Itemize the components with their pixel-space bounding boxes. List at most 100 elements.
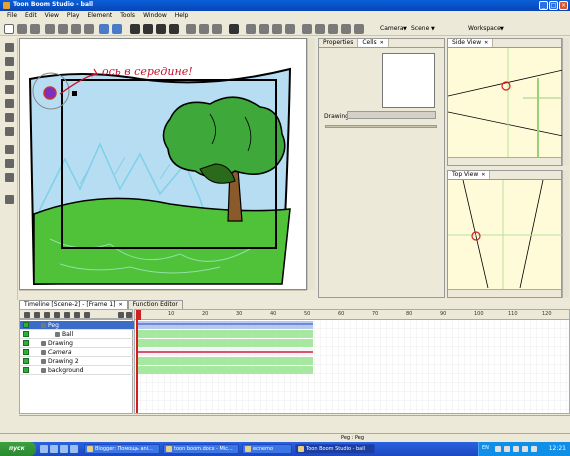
- menu-edit[interactable]: Edit: [21, 11, 41, 21]
- play-icon[interactable]: [143, 24, 153, 34]
- cut-icon[interactable]: [45, 24, 55, 34]
- add-camera-icon[interactable]: [44, 312, 50, 318]
- menu-play[interactable]: Play: [63, 11, 84, 21]
- tab-timeline[interactable]: Timeline [Scene-2] - [Frame 1] ✕: [19, 300, 128, 309]
- tray-icon[interactable]: [504, 446, 510, 452]
- safe-area-icon[interactable]: [341, 24, 351, 34]
- hand-tool-icon[interactable]: [5, 127, 14, 136]
- camera-tool-icon[interactable]: [5, 195, 14, 204]
- tab-function-editor[interactable]: Function Editor: [127, 300, 183, 309]
- delete-icon[interactable]: [84, 24, 94, 34]
- crop-tool-icon[interactable]: [5, 159, 14, 168]
- menu-element[interactable]: Element: [83, 11, 116, 21]
- layer-row[interactable]: background: [20, 366, 134, 375]
- close-tab-icon[interactable]: ✕: [484, 40, 488, 46]
- show-strokes-icon[interactable]: [328, 24, 338, 34]
- layer-visibility-checkbox[interactable]: [23, 331, 29, 337]
- layer-row[interactable]: Camera: [20, 348, 134, 357]
- quicklaunch-icon[interactable]: [40, 445, 48, 453]
- sound-icon[interactable]: [199, 24, 209, 34]
- drawing-slider[interactable]: [325, 125, 437, 128]
- tray-icon[interactable]: [522, 446, 528, 452]
- layer-visibility-checkbox[interactable]: [23, 367, 29, 373]
- layer-row[interactable]: Drawing 2: [20, 357, 134, 366]
- tab-properties[interactable]: Properties: [319, 39, 359, 47]
- tray-icon[interactable]: [513, 446, 519, 452]
- start-button[interactable]: пуск: [0, 442, 36, 456]
- trash-icon[interactable]: [118, 312, 124, 318]
- globe-icon[interactable]: [229, 24, 239, 34]
- taskbar-item[interactable]: Blogger: Помощь ani...: [84, 444, 160, 454]
- pencil-tool-icon[interactable]: [5, 71, 14, 80]
- tab-top-view[interactable]: Top View ✕: [448, 171, 491, 179]
- quicklaunch-icon[interactable]: [50, 445, 58, 453]
- zoom-in-icon[interactable]: [246, 24, 256, 34]
- language-indicator[interactable]: EN: [482, 445, 489, 451]
- play-first-icon[interactable]: [130, 24, 140, 34]
- top-view-panel[interactable]: Top View ✕: [447, 170, 563, 298]
- zoom-tool-icon[interactable]: [5, 113, 14, 122]
- layer-visibility-checkbox[interactable]: [23, 322, 29, 328]
- zoom-out-icon[interactable]: [259, 24, 269, 34]
- add-sound-icon[interactable]: [54, 312, 60, 318]
- add-group-icon[interactable]: [74, 312, 80, 318]
- play-last-icon[interactable]: [169, 24, 179, 34]
- canvas-vertical-scrollbar[interactable]: [307, 38, 315, 290]
- layer-visibility-checkbox[interactable]: [23, 340, 29, 346]
- close-tab-icon[interactable]: ✕: [118, 302, 122, 308]
- layer-visibility-checkbox[interactable]: [23, 349, 29, 355]
- brush-tool-icon[interactable]: [5, 57, 14, 66]
- save-icon[interactable]: [30, 24, 40, 34]
- taskbar-item-active[interactable]: Toon Boom Studio - ball: [295, 444, 375, 454]
- taskbar-item[interactable]: ecnemo: [242, 444, 292, 454]
- onion-skin-icon[interactable]: [212, 24, 222, 34]
- redo-icon[interactable]: [112, 24, 122, 34]
- camera-dropdown[interactable]: Camera: [380, 25, 404, 32]
- auto-gap-icon[interactable]: [315, 24, 325, 34]
- menu-file[interactable]: File: [3, 11, 21, 21]
- open-file-icon[interactable]: [17, 24, 27, 34]
- timeline-frames[interactable]: 10 20 30 40 50 60 70 80 90 100 110 120: [134, 309, 570, 414]
- maximize-button[interactable]: □: [549, 1, 558, 10]
- top-view-scrollbar[interactable]: [562, 170, 569, 298]
- stop-icon[interactable]: [156, 24, 166, 34]
- side-view-scrollbar[interactable]: [562, 38, 569, 166]
- pivot-tool-icon[interactable]: [5, 173, 14, 182]
- dropper-tool-icon[interactable]: [5, 99, 14, 108]
- playhead-marker[interactable]: [136, 310, 141, 320]
- minimize-button[interactable]: _: [539, 1, 548, 10]
- paste-icon[interactable]: [71, 24, 81, 34]
- render-icon[interactable]: [354, 24, 364, 34]
- timeline-scrollbar[interactable]: [19, 415, 570, 425]
- undo-icon[interactable]: [99, 24, 109, 34]
- tray-icon[interactable]: [531, 446, 537, 452]
- add-layer-icon[interactable]: [24, 312, 30, 318]
- menu-window[interactable]: Window: [139, 11, 171, 21]
- tray-icon[interactable]: [495, 446, 501, 452]
- select-tool-icon[interactable]: [5, 43, 14, 52]
- add-peg-icon[interactable]: [34, 312, 40, 318]
- close-tab-icon[interactable]: ✕: [481, 172, 485, 178]
- new-file-icon[interactable]: [4, 24, 14, 34]
- camera-view[interactable]: ось в середине!: [19, 38, 307, 290]
- side-view-panel[interactable]: Side View ✕: [447, 38, 563, 166]
- quicklaunch-icon[interactable]: [60, 445, 68, 453]
- light-table-icon[interactable]: [302, 24, 312, 34]
- tab-cells[interactable]: Cells ✕: [358, 39, 389, 47]
- layer-visibility-checkbox[interactable]: [23, 358, 29, 364]
- layer-options-icon[interactable]: [126, 312, 132, 318]
- add-image-icon[interactable]: [64, 312, 70, 318]
- layer-row[interactable]: Ball: [20, 330, 134, 339]
- layer-row[interactable]: Drawing: [20, 339, 134, 348]
- transform-tool-icon[interactable]: [5, 145, 14, 154]
- drawing-field[interactable]: [347, 111, 436, 119]
- copy-icon[interactable]: [58, 24, 68, 34]
- close-tab-icon[interactable]: ✕: [380, 40, 384, 46]
- quicklaunch-icon[interactable]: [70, 445, 78, 453]
- loop-icon[interactable]: [186, 24, 196, 34]
- menu-tools[interactable]: Tools: [116, 11, 139, 21]
- grid-icon[interactable]: [272, 24, 282, 34]
- scene-dropdown[interactable]: Scene: [411, 25, 429, 32]
- tab-side-view[interactable]: Side View ✕: [448, 39, 494, 47]
- link-icon[interactable]: [84, 312, 90, 318]
